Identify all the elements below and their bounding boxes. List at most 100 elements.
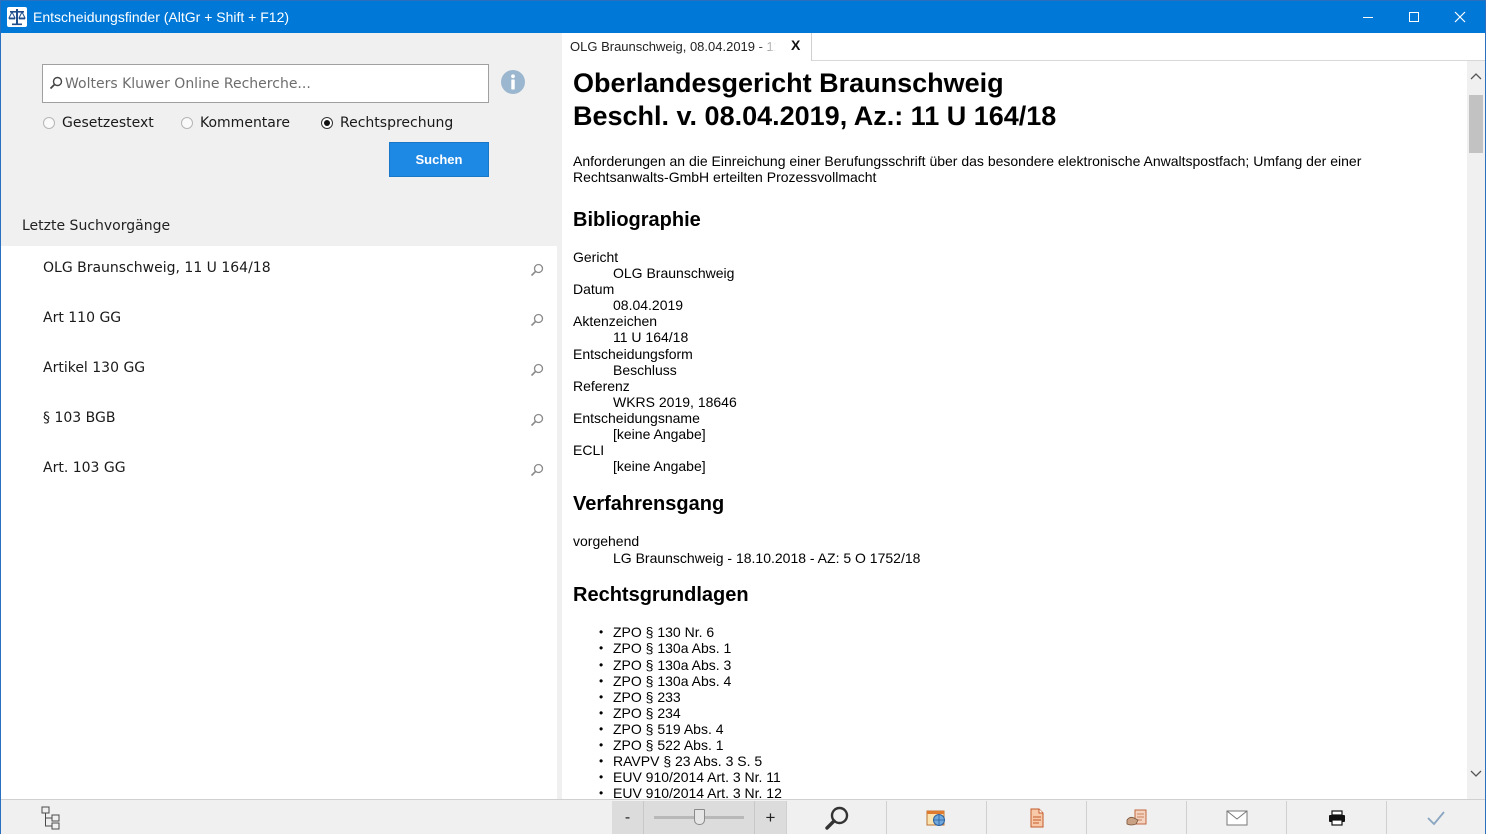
list-item-label: Art 110 GG bbox=[43, 310, 122, 326]
legal-basis-item: ZPO § 130a Abs. 4 bbox=[599, 673, 1453, 689]
biblio-term: Aktenzeichen bbox=[573, 313, 658, 330]
zoom-slider[interactable] bbox=[644, 801, 754, 834]
search-icon[interactable] bbox=[530, 463, 544, 477]
email-button[interactable] bbox=[1186, 801, 1286, 834]
biblio-term: Entscheidungsname bbox=[573, 409, 700, 426]
biblio-value: 08.04.2019 bbox=[613, 297, 684, 314]
vertical-scrollbar[interactable] bbox=[1467, 61, 1485, 799]
search-icon[interactable] bbox=[530, 263, 544, 277]
legal-basis-item: ZPO § 522 Abs. 1 bbox=[599, 737, 1453, 753]
document-title-decision: Beschl. v. 08.04.2019, Az.: 11 U 164/18 bbox=[573, 101, 1057, 131]
biblio-term: Datum bbox=[573, 281, 615, 298]
close-tab-button[interactable]: X bbox=[791, 37, 800, 53]
maximize-icon bbox=[1409, 12, 1419, 22]
radio-label: Kommentare bbox=[200, 115, 290, 131]
recent-searches-heading: Letzte Suchvorgänge bbox=[22, 218, 171, 234]
radio-label: Gesetzestext bbox=[62, 115, 154, 131]
list-item[interactable]: Art 110 GG bbox=[1, 296, 557, 346]
hand-document-icon bbox=[1126, 809, 1146, 825]
scrollbar-thumb[interactable] bbox=[1469, 95, 1483, 153]
export-document-button[interactable] bbox=[986, 801, 1086, 834]
minimize-icon bbox=[1363, 17, 1373, 18]
biblio-term: Entscheidungsform bbox=[573, 345, 693, 362]
list-item-label: § 103 BGB bbox=[43, 410, 116, 426]
document-content: Oberlandesgericht Braunschweig Beschl. v… bbox=[573, 67, 1453, 799]
section-heading-bibliographie: Bibliographie bbox=[573, 209, 701, 231]
chevron-up-icon bbox=[1470, 73, 1482, 80]
document-summary: Anforderungen an die Einreichung einer B… bbox=[573, 153, 1362, 185]
open-browser-button[interactable] bbox=[886, 801, 986, 834]
bibliography-list: Gericht OLG Braunschweig Datum 08.04.201… bbox=[573, 249, 1453, 474]
minimize-button[interactable] bbox=[1345, 1, 1391, 33]
search-field[interactable] bbox=[42, 64, 489, 103]
checkmark-icon bbox=[1427, 810, 1445, 825]
window-title: Entscheidungsfinder (AltGr + Shift + F12… bbox=[33, 9, 290, 25]
legal-basis-item: ZPO § 233 bbox=[599, 689, 1453, 705]
zoom-out-button[interactable]: - bbox=[612, 801, 644, 834]
procedure-value: LG Braunschweig - 18.10.2018 - AZ: 5 O 1… bbox=[613, 549, 921, 566]
biblio-value: [keine Angabe] bbox=[613, 426, 706, 443]
radio-button[interactable] bbox=[181, 117, 193, 129]
radio-button-selected[interactable] bbox=[321, 117, 333, 129]
scroll-down-button[interactable] bbox=[1467, 765, 1485, 783]
app-window: Entscheidungsfinder (AltGr + Shift + F12… bbox=[0, 0, 1486, 834]
ok-button[interactable] bbox=[1386, 801, 1485, 834]
list-item[interactable]: OLG Braunschweig, 11 U 164/18 bbox=[1, 246, 557, 296]
list-item[interactable]: Artikel 130 GG bbox=[1, 346, 557, 396]
scales-icon bbox=[7, 7, 27, 27]
radio-button[interactable] bbox=[43, 117, 55, 129]
legal-basis-item: ZPO § 519 Abs. 4 bbox=[599, 721, 1453, 737]
legal-basis-item: ZPO § 130a Abs. 1 bbox=[599, 640, 1453, 656]
legal-basis-list: ZPO § 130 Nr. 6 ZPO § 130a Abs. 1 ZPO § … bbox=[573, 624, 1453, 799]
scroll-up-button[interactable] bbox=[1467, 67, 1485, 85]
legal-basis-item: ZPO § 234 bbox=[599, 705, 1453, 721]
zoom-in-button[interactable]: + bbox=[754, 801, 786, 834]
legal-basis-item: ZPO § 130a Abs. 3 bbox=[599, 657, 1453, 673]
procedure-term: vorgehend bbox=[573, 533, 640, 550]
maximize-button[interactable] bbox=[1391, 1, 1437, 33]
title-bar[interactable]: Entscheidungsfinder (AltGr + Shift + F12… bbox=[1, 1, 1485, 33]
biblio-value: [keine Angabe] bbox=[613, 458, 706, 475]
search-input[interactable] bbox=[65, 73, 475, 95]
list-item-label: Art. 103 GG bbox=[43, 460, 126, 476]
biblio-value: OLG Braunschweig bbox=[613, 265, 735, 282]
list-item[interactable]: § 103 BGB bbox=[1, 396, 557, 446]
biblio-value: Beschluss bbox=[613, 361, 677, 378]
biblio-value: WKRS 2019, 18646 bbox=[613, 393, 737, 410]
radio-kommentare[interactable]: Kommentare bbox=[181, 113, 290, 133]
zoom-slider-thumb[interactable] bbox=[693, 809, 705, 825]
insert-citation-button[interactable] bbox=[1086, 801, 1186, 834]
search-icon[interactable] bbox=[530, 413, 544, 427]
print-button[interactable] bbox=[1286, 801, 1386, 834]
tree-view-button[interactable] bbox=[41, 806, 61, 834]
document-tab-strip: OLG Braunschweig, 08.04.2019 - 11 U 164/… bbox=[562, 33, 1485, 61]
search-button[interactable]: Suchen bbox=[389, 142, 489, 177]
document-tab[interactable]: OLG Braunschweig, 08.04.2019 - 11 U 164/… bbox=[562, 33, 812, 61]
envelope-icon bbox=[1226, 810, 1247, 825]
bottom-toolbar: - + bbox=[1, 799, 1485, 834]
close-window-button[interactable] bbox=[1437, 1, 1483, 33]
biblio-term: Gericht bbox=[573, 249, 619, 265]
list-item[interactable]: Art. 103 GG bbox=[1, 446, 557, 496]
tab-label: OLG Braunschweig, 08.04.2019 - 11 U 164/… bbox=[570, 39, 776, 54]
document-title-court: Oberlandesgericht Braunschweig bbox=[573, 68, 1004, 98]
legal-basis-item: EUV 910/2014 Art. 3 Nr. 11 bbox=[599, 769, 1453, 785]
section-heading-verfahrensgang: Verfahrensgang bbox=[573, 493, 725, 516]
tree-view-icon bbox=[41, 806, 60, 830]
search-icon bbox=[49, 76, 63, 90]
legal-basis-item: ZPO § 130 Nr. 6 bbox=[599, 624, 1453, 640]
search-icon[interactable] bbox=[530, 363, 544, 377]
printer-icon bbox=[1328, 809, 1345, 826]
search-icon[interactable] bbox=[530, 313, 544, 327]
document-view[interactable]: Oberlandesgericht Braunschweig Beschl. v… bbox=[562, 61, 1467, 799]
find-button[interactable] bbox=[786, 801, 886, 834]
biblio-value: 11 U 164/18 bbox=[613, 329, 689, 346]
globe-document-icon bbox=[926, 810, 945, 826]
info-icon[interactable] bbox=[501, 70, 525, 94]
list-item-label: Artikel 130 GG bbox=[43, 360, 146, 376]
biblio-term: ECLI bbox=[573, 442, 605, 459]
search-icon bbox=[824, 806, 848, 830]
radio-gesetzestext[interactable]: Gesetzestext bbox=[43, 113, 154, 133]
document-title: Oberlandesgericht Braunschweig Beschl. v… bbox=[573, 67, 1453, 133]
radio-rechtsprechung[interactable]: Rechtsprechung bbox=[321, 113, 453, 133]
